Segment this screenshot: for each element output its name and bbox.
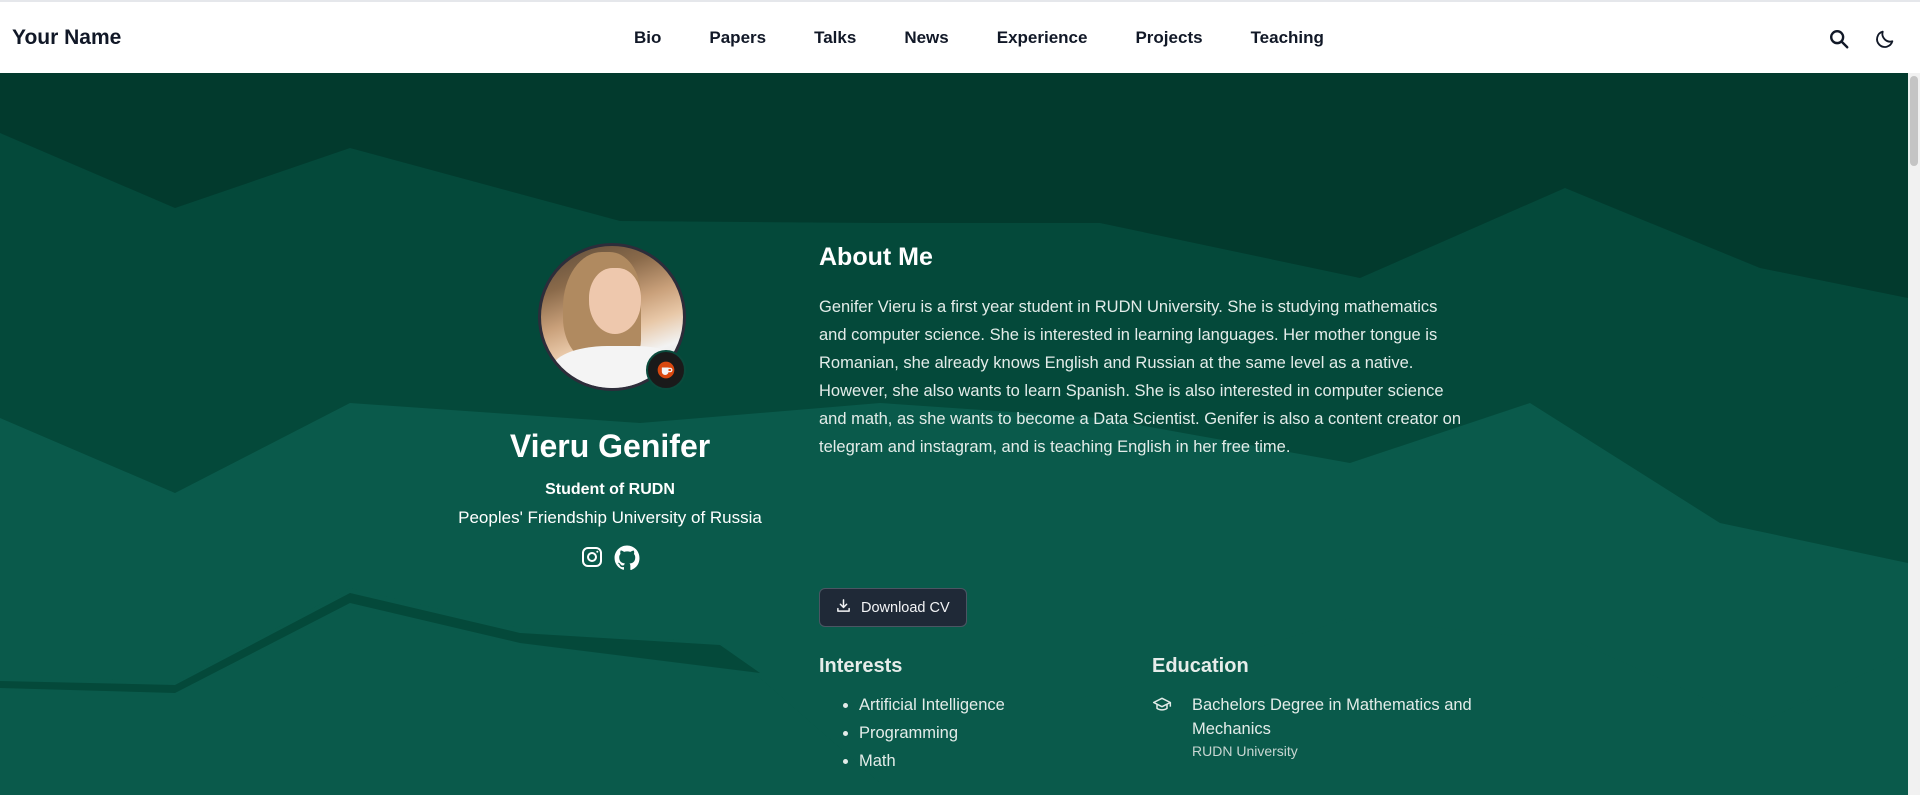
- main-nav: Bio Papers Talks News Experience Project…: [610, 2, 1348, 73]
- download-icon: [836, 598, 851, 617]
- nav-link-talks[interactable]: Talks: [790, 2, 880, 73]
- instagram-icon[interactable]: [580, 545, 604, 569]
- hero-section: Vieru Genifer Student of RUDN Peoples' F…: [0, 73, 1908, 795]
- interests-list: Artificial Intelligence Programming Math: [819, 691, 1005, 775]
- scrollbar-thumb[interactable]: [1910, 76, 1918, 166]
- interest-item: Artificial Intelligence: [859, 691, 1005, 719]
- education-school: RUDN University: [1192, 743, 1298, 759]
- education-degree: Bachelors Degree in Mathematics and Mech…: [1192, 696, 1472, 738]
- graduation-cap-icon: [1152, 695, 1172, 720]
- download-cv-button[interactable]: Download CV: [819, 588, 967, 627]
- about-title: About Me: [819, 243, 933, 271]
- nav-link-projects[interactable]: Projects: [1111, 2, 1226, 73]
- moon-icon[interactable]: [1874, 28, 1896, 50]
- nav-link-teaching[interactable]: Teaching: [1227, 2, 1348, 73]
- profile-role: Student of RUDN: [545, 481, 675, 498]
- interests-title: Interests: [819, 655, 903, 677]
- profile-organization: Peoples' Friendship University of Russia: [458, 508, 762, 527]
- download-cv-label: Download CV: [861, 599, 950, 616]
- profile-name: Vieru Genifer: [509, 428, 711, 464]
- interest-item: Math: [859, 747, 1005, 775]
- interest-item: Programming: [859, 719, 1005, 747]
- education-title: Education: [1152, 655, 1249, 677]
- github-icon[interactable]: [614, 545, 640, 571]
- brand-link[interactable]: Your Name: [12, 2, 121, 73]
- nav-link-papers[interactable]: Papers: [685, 2, 790, 73]
- nav-link-bio[interactable]: Bio: [610, 2, 685, 73]
- about-text: Genifer Vieru is a first year student in…: [819, 298, 1462, 456]
- social-links: [580, 545, 640, 571]
- top-navbar: Your Name Bio Papers Talks News Experien…: [0, 0, 1920, 73]
- nav-link-news[interactable]: News: [880, 2, 972, 73]
- scrollbar-track[interactable]: [1908, 73, 1920, 795]
- search-icon[interactable]: [1828, 28, 1850, 50]
- coffee-icon: [646, 350, 686, 390]
- nav-link-experience[interactable]: Experience: [973, 2, 1112, 73]
